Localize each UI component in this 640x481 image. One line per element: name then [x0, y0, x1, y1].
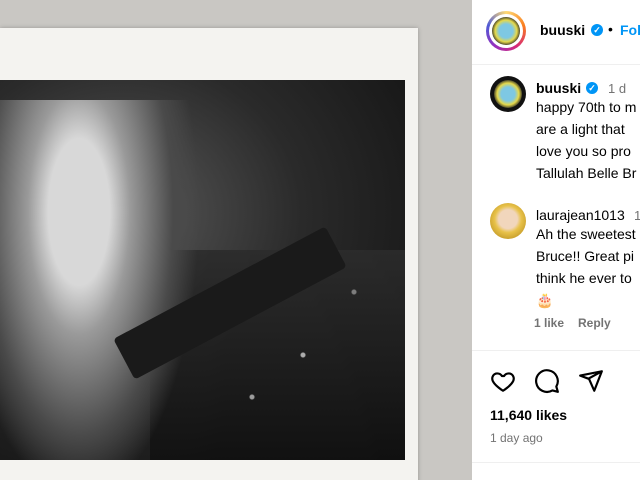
comment-username[interactable]: laurajean1013	[536, 207, 625, 223]
reply-button[interactable]: Reply	[578, 316, 611, 330]
add-comment-bar[interactable]	[472, 462, 640, 481]
caption-time: 1 d	[608, 81, 627, 96]
post-date: 1 day ago	[490, 431, 543, 445]
comment-line: think he ever to	[536, 270, 632, 286]
caption-line: Tallulah Belle Br	[536, 165, 637, 181]
caption-username[interactable]: buuski	[536, 80, 581, 96]
post-sidebar: buuski ✓ • Fol buuski ✓ 1 d happy 70th t…	[472, 0, 640, 480]
comment-time: 1	[634, 208, 640, 223]
caption-line: love you so pro	[536, 143, 631, 159]
author-avatar[interactable]	[486, 11, 526, 51]
caption-avatar[interactable]	[490, 76, 526, 112]
caption-text: happy 70th to m are a light that love yo…	[536, 96, 636, 184]
comment-line: Ah the sweetest	[536, 226, 636, 242]
commenter-avatar[interactable]	[490, 203, 526, 239]
follow-button[interactable]: Fol	[620, 22, 640, 38]
post-photo	[0, 80, 405, 460]
post-image-pane[interactable]	[0, 0, 472, 480]
caption-line: are a light that	[536, 121, 625, 137]
post-header: buuski ✓ • Fol	[472, 0, 640, 65]
comment-line: Bruce!! Great pi	[536, 248, 635, 264]
caption-line: happy 70th to m	[536, 99, 637, 115]
comment-text: Ah the sweetest Bruce!! Great pi think h…	[536, 223, 636, 311]
verified-badge-icon: ✓	[586, 82, 598, 94]
comment-emoji: 🎂	[536, 292, 554, 308]
polaroid-print	[0, 28, 418, 480]
likes-count[interactable]: 11,640 likes	[490, 407, 567, 423]
header-separator: •	[608, 21, 613, 37]
comment-icon[interactable]	[534, 368, 560, 394]
photo-figure	[0, 100, 200, 460]
author-username[interactable]: buuski	[540, 22, 585, 38]
verified-badge-icon: ✓	[591, 24, 603, 36]
share-icon[interactable]	[578, 368, 604, 394]
comment-likes[interactable]: 1 like	[534, 316, 564, 330]
heart-icon[interactable]	[490, 368, 516, 394]
